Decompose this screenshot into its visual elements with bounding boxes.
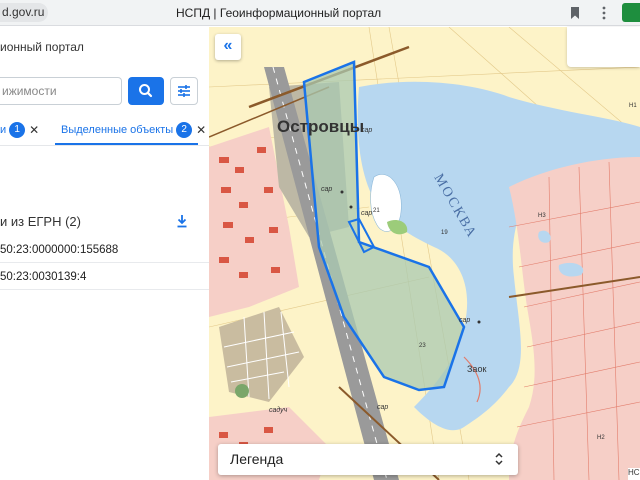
map-layers-control[interactable] <box>567 27 640 67</box>
map-label-town: Островцы <box>277 117 364 136</box>
map-label-zaok: Заок <box>467 364 486 374</box>
tab-objects-label: и <box>0 124 7 136</box>
tab-objects-count: 1 <box>9 122 26 139</box>
more-menu-icon[interactable] <box>601 6 607 20</box>
village-grid <box>219 307 304 402</box>
tab-objects[interactable]: и 1 ✕ <box>0 117 39 145</box>
close-icon[interactable]: ✕ <box>29 117 39 143</box>
download-icon[interactable] <box>176 214 188 228</box>
filter-button[interactable] <box>170 77 198 105</box>
cadastral-map: Островцы МОСКВА сар сар сар сар сар саду… <box>209 27 640 480</box>
map-label-sar: сар <box>321 186 332 193</box>
tabs-divider <box>0 145 209 146</box>
browser-toolbar: d.gov.ru НСПД | Геоинформационный портал <box>0 0 640 26</box>
browser-tab-title: НСПД | Геоинформационный портал <box>176 6 382 20</box>
close-icon[interactable]: ✕ <box>196 117 206 143</box>
map-label-sar: сар <box>361 127 372 134</box>
map-label-number: Н3 <box>538 213 546 219</box>
map-attribution: НС <box>628 468 640 480</box>
map-label-number: 23 <box>419 343 426 349</box>
map-label-number: Н2 <box>597 435 605 441</box>
legend-dropdown[interactable]: Легенда <box>218 444 518 475</box>
map-label-sar: сар <box>377 404 388 411</box>
map-label-sadch: садуч <box>269 406 288 414</box>
shield-icon[interactable] <box>622 3 640 22</box>
tab-selected-label: Выделенные объекты <box>61 124 174 136</box>
legend-label: Легенда <box>230 451 284 467</box>
portal-label: ионный портал <box>0 40 84 54</box>
result-tabs: и 1 ✕ Выделенные объекты 2 ✕ <box>0 117 209 145</box>
bookmark-icon[interactable] <box>569 6 581 20</box>
search-icon <box>139 84 153 98</box>
map-label-number: 19 <box>441 230 448 236</box>
address-bar[interactable]: d.gov.ru <box>0 3 48 22</box>
search-button[interactable] <box>128 77 164 105</box>
sliders-icon <box>178 85 190 97</box>
map-label-number: Н1 <box>629 103 637 109</box>
map-label-number: 21 <box>373 208 380 214</box>
collapse-panel-button[interactable]: « <box>215 34 241 60</box>
map-label-sar: сар <box>459 317 470 324</box>
tab-selected-count: 2 <box>176 122 193 139</box>
egrn-section-title: и из ЕГРН (2) <box>0 214 81 229</box>
tab-selected-objects[interactable]: Выделенные объекты 2 ✕ <box>55 117 206 145</box>
sidebar-panel: ионный портал ижимости и 1 ✕ Выделенные об… <box>0 27 209 480</box>
search-input[interactable]: ижимости <box>0 77 122 105</box>
map-label-sar: сар <box>361 210 372 217</box>
chevron-updown-icon <box>495 452 503 466</box>
map-canvas[interactable]: Островцы МОСКВА сар сар сар сар сар саду… <box>209 27 640 480</box>
list-item[interactable]: 50:23:0030139:4 <box>0 264 209 290</box>
list-item[interactable]: 50:23:0000000:155688 <box>0 237 209 263</box>
